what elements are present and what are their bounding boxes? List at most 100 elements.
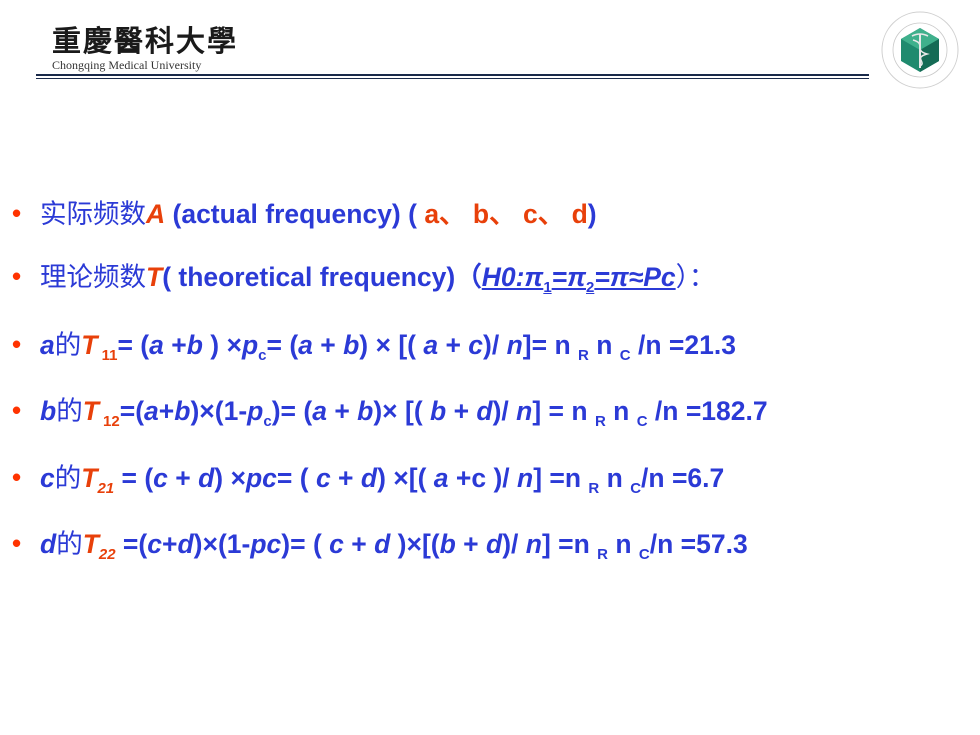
formula-segment: 的	[54, 330, 82, 361]
subscript-text: C	[619, 347, 631, 364]
subscript-text: 12	[98, 413, 120, 430]
formula-segment: +	[446, 396, 477, 426]
formula-segment: d	[40, 529, 57, 559]
formula-segment: n	[605, 396, 637, 426]
formula-segment: b	[439, 529, 456, 559]
formula-segment: p	[241, 330, 259, 360]
formula-segment: +	[163, 330, 187, 360]
formula-segment: 的	[56, 529, 83, 560]
subscript-text: C	[636, 413, 648, 430]
bullet-text: b的T 12=(a+b)×(1-pc)= (a + b)× [( b + d)/…	[40, 389, 768, 430]
formula-segment: )/	[483, 330, 507, 360]
formula-segment: a	[312, 396, 327, 426]
bullet-marker: •	[12, 395, 22, 425]
formula-segment: n	[516, 396, 533, 426]
bullet-formula-t12: • b的T 12=(a+b)×(1-pc)= (a + b)× [( b + d…	[0, 389, 980, 433]
formula-segment: n	[608, 529, 639, 559]
bullet-marker: •	[12, 462, 22, 492]
formula-segment: a、 b、 c、 d	[424, 199, 588, 229]
formula-segment: ( theoretical frequency)（	[162, 262, 482, 292]
formula-segment: d	[198, 463, 215, 493]
formula-segment: a	[433, 463, 449, 493]
formula-segment: 的	[56, 396, 83, 427]
formula-segment: ] =n	[533, 463, 589, 493]
formula-segment: +	[161, 529, 178, 559]
formula-segment: +	[167, 463, 199, 493]
formula-segment: c	[147, 529, 162, 559]
formula-segment: =π≈Pc	[594, 262, 676, 292]
bullet-marker: •	[12, 198, 22, 228]
formula-segment: )	[587, 199, 597, 229]
formula-segment: )= (	[271, 396, 313, 426]
formula-segment: T	[82, 396, 99, 426]
formula-segment: a	[40, 330, 55, 360]
formula-segment: +	[312, 330, 344, 360]
formula-segment: /n =6.7	[641, 463, 725, 493]
formula-segment: d	[374, 529, 391, 559]
university-logo-english: Chongqing Medical University	[52, 58, 202, 72]
subscript-text: 11	[97, 347, 118, 364]
formula-segment: b	[40, 396, 57, 426]
subscript-text: R	[597, 546, 608, 563]
subscript-text: 21	[97, 480, 115, 497]
formula-segment: d	[486, 529, 503, 559]
subscript-text: C	[638, 546, 650, 563]
formula-segment: = (	[266, 330, 299, 360]
formula-segment: T	[146, 262, 163, 292]
bullet-marker: •	[12, 329, 22, 359]
university-emblem-icon	[881, 11, 959, 89]
formula-segment: T	[81, 463, 98, 493]
formula-segment: c	[468, 330, 484, 360]
formula-segment: c	[40, 463, 55, 493]
subscript-text: R	[578, 347, 589, 364]
subscript-text: R	[594, 413, 606, 430]
formula-segment: A	[146, 199, 166, 229]
formula-segment: +	[455, 529, 486, 559]
formula-segment: ] = n	[532, 396, 595, 426]
bullet-text: a的T 11= (a +b ) ×pc= (a + b) × [( a + c)…	[40, 323, 736, 364]
formula-segment: /n =21.3	[630, 330, 736, 360]
formula-segment: =(	[115, 529, 148, 559]
formula-segment: = (	[117, 330, 150, 360]
formula-segment: )×(1-	[193, 529, 251, 559]
formula-segment: n	[525, 529, 542, 559]
slide-header: 重慶醫科大學 Chongqing Medical University	[0, 0, 980, 110]
formula-segment: 实际频数	[40, 199, 146, 230]
subscript-text: c	[263, 413, 272, 430]
header-rule	[36, 74, 869, 76]
formula-segment: )×[(	[390, 529, 440, 559]
bullet-marker: •	[12, 261, 22, 291]
formula-segment: d	[177, 529, 194, 559]
subscript-text: 1	[543, 279, 552, 296]
bullet-text: 实际频数A (actual frequency) ( a、 b、 c、 d)	[40, 192, 597, 231]
formula-segment: d	[360, 463, 378, 493]
formula-segment: = (	[276, 463, 316, 493]
formula-segment: pc	[245, 463, 277, 493]
bullet-formula-t22: • d的T22 =(c+d)×(1-pc)= ( c + d )×[(b + d…	[0, 522, 980, 566]
formula-segment: )×(1-	[190, 396, 248, 426]
formula-segment: b	[174, 396, 191, 426]
formula-segment: n	[506, 330, 523, 360]
bullet-actual-frequency: • 实际频数A (actual frequency) ( a、 b、 c、 d)	[0, 192, 980, 236]
formula-segment: /n =57.3	[649, 529, 748, 559]
formula-segment: +	[330, 463, 361, 493]
formula-segment: a	[149, 330, 164, 360]
formula-segment: )/	[502, 529, 526, 559]
formula-segment: ) ×[(	[377, 463, 434, 493]
formula-segment: 的	[54, 463, 82, 494]
formula-segment: T	[82, 529, 99, 559]
formula-segment: b	[430, 396, 447, 426]
bullet-formula-t21: • c的T21 = (c + d) ×pc= ( c + d) ×[( a +c…	[0, 456, 980, 500]
formula-segment: )= (	[281, 529, 330, 559]
bullet-formula-t11: • a的T 11= (a +b ) ×pc= (a + b) × [( a + …	[0, 323, 980, 367]
formula-segment: n	[588, 330, 620, 360]
university-logo-chinese: 重慶醫科大學	[52, 24, 239, 58]
formula-segment: ]= n	[522, 330, 579, 360]
formula-segment: =(	[119, 396, 145, 426]
formula-segment: a	[298, 330, 313, 360]
formula-segment: c	[329, 529, 344, 559]
formula-segment: T	[81, 330, 98, 360]
bullet-theoretical-frequency: • 理论频数T( theoretical frequency)（H0:π1=π2…	[0, 255, 980, 299]
bullet-text: c的T21 = (c + d) ×pc= ( c + d) ×[( a +c )…	[40, 456, 725, 497]
formula-segment: c	[315, 463, 331, 493]
